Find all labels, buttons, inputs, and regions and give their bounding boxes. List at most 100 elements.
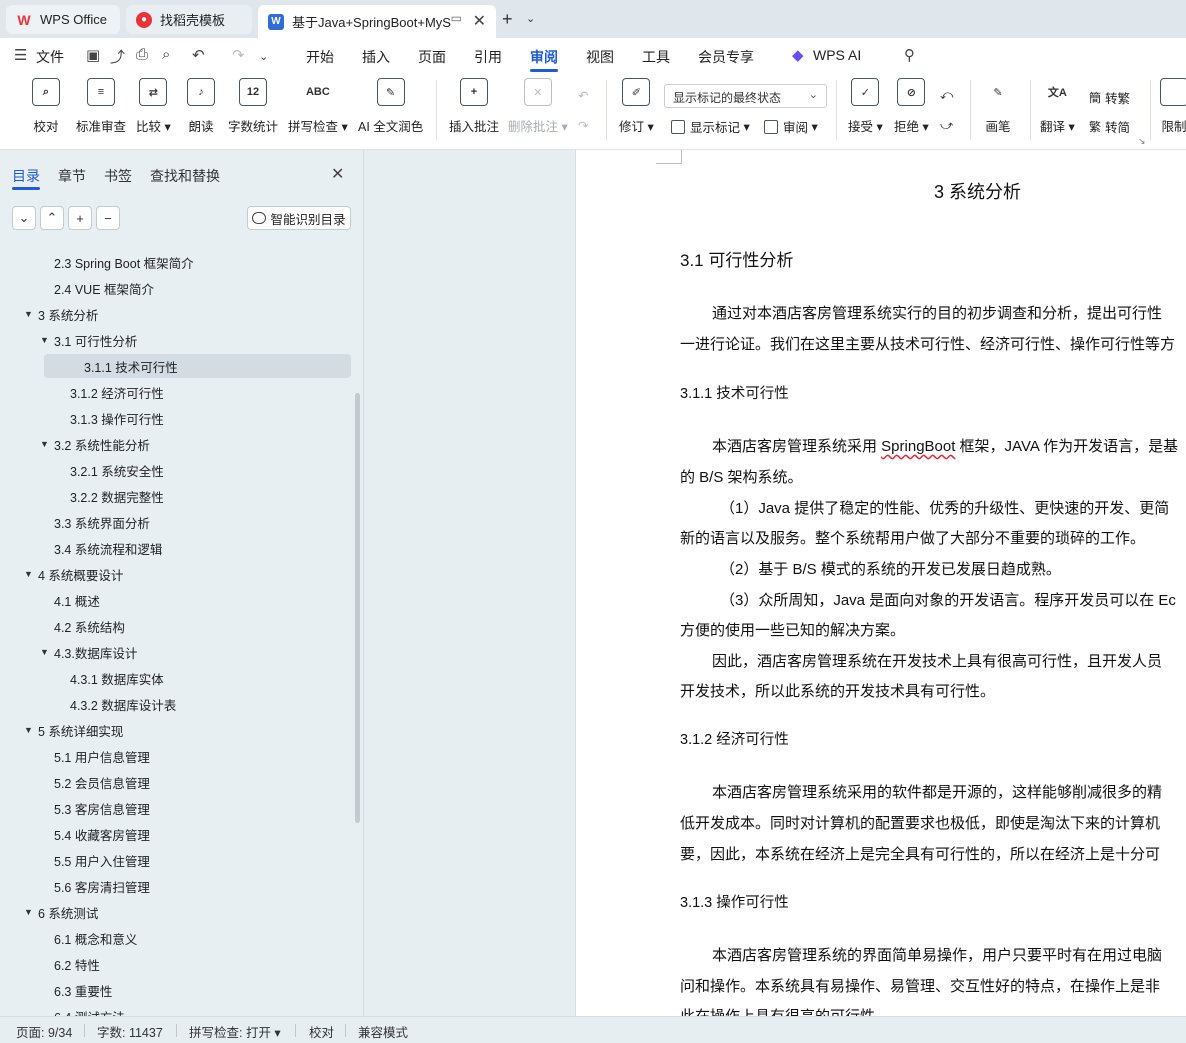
toc-item[interactable]: 3.2.1 系统安全性 bbox=[56, 458, 164, 482]
menu-member[interactable]: 会员专享 bbox=[698, 47, 754, 67]
nav-tab-find-replace[interactable]: 查找和替换 bbox=[150, 166, 220, 186]
close-tab-icon[interactable]: ✕ bbox=[473, 11, 486, 31]
quick-access-chevron-icon[interactable]: ⌄ bbox=[259, 50, 268, 63]
show-markup-button[interactable]: 显示标记 ▾ bbox=[671, 117, 750, 136]
smart-toc-button[interactable]: 智能识别目录 bbox=[247, 206, 351, 230]
expand-caret-icon[interactable]: ▼ bbox=[24, 725, 38, 735]
tab-daoke-templates[interactable]: ● 找稻壳模板 bbox=[126, 5, 252, 34]
nav-tab-bookmarks[interactable]: 书签 bbox=[104, 166, 132, 186]
toc-item[interactable]: 3.1.1 技术可行性 bbox=[44, 354, 351, 378]
pen-button[interactable]: ✎ 画笔 bbox=[984, 78, 1012, 135]
remove-heading-button[interactable]: − bbox=[96, 206, 120, 230]
menu-insert[interactable]: 插入 bbox=[362, 47, 390, 67]
track-changes-button[interactable]: ✐ 修订 ▾ bbox=[619, 78, 654, 135]
toc-item[interactable]: 5.4 收藏客房管理 bbox=[40, 822, 150, 846]
word-count-status[interactable]: 字数: 11437 bbox=[97, 1022, 163, 1041]
menu-review[interactable]: 审阅 bbox=[530, 47, 558, 67]
redo-icon[interactable]: ↷ bbox=[232, 46, 245, 64]
tab-current-document[interactable]: W 基于Java+SpringBoot+MyS ▭ ✕ bbox=[258, 5, 496, 38]
toc-item[interactable]: 6.4 测试方法 bbox=[40, 1004, 125, 1017]
monitor-icon[interactable]: ▭ bbox=[451, 11, 462, 25]
expand-all-button[interactable]: ⌄ bbox=[12, 206, 36, 230]
previous-comment-icon[interactable]: ↶ bbox=[578, 88, 588, 103]
toc-item[interactable]: 3.4 系统流程和逻辑 bbox=[40, 536, 162, 560]
toc-item[interactable]: 2.4 VUE 框架简介 bbox=[40, 276, 154, 300]
toc-item[interactable]: ▼ 6 系统测试 bbox=[24, 900, 98, 924]
toc-item[interactable]: 4.1 概述 bbox=[40, 588, 100, 612]
toc-item[interactable]: 6.1 概念和意义 bbox=[40, 926, 137, 950]
spelling-error-word[interactable]: SpringBoot bbox=[881, 438, 955, 455]
page-indicator[interactable]: 页面: 9/34 bbox=[16, 1022, 72, 1041]
toc-item[interactable]: ▼ 4 系统概要设计 bbox=[24, 562, 123, 586]
word-count-button[interactable]: 12 字数统计 bbox=[228, 78, 278, 135]
toc-item[interactable]: ▼ 4.3.数据库设计 bbox=[40, 640, 137, 664]
menu-file[interactable]: 文件 bbox=[36, 47, 64, 67]
add-heading-button[interactable]: + bbox=[68, 206, 92, 230]
menu-page[interactable]: 页面 bbox=[418, 47, 446, 67]
print-icon[interactable]: ⎙ bbox=[136, 46, 148, 63]
tab-list-chevron-icon[interactable]: ⌄ bbox=[526, 12, 535, 25]
compare-button[interactable]: ⇄ 比较 ▾ bbox=[136, 78, 171, 135]
menu-tools[interactable]: 工具 bbox=[642, 47, 670, 67]
print-preview-icon[interactable]: ⌕ bbox=[162, 46, 170, 63]
menu-reference[interactable]: 引用 bbox=[474, 47, 502, 67]
next-change-icon[interactable]: ⤻ bbox=[940, 118, 953, 133]
toc-item[interactable]: 5.5 用户入住管理 bbox=[40, 848, 150, 872]
toc-item[interactable]: 2.3 Spring Boot 框架简介 bbox=[40, 250, 194, 274]
document-page[interactable]: 3 系统分析 3.1 可行性分析 通过对本酒店客房管理系统实行的目的初步调查和分… bbox=[575, 150, 1186, 1016]
to-simplified-button[interactable]: 繁 转简 bbox=[1089, 117, 1130, 136]
expand-caret-icon[interactable]: ▼ bbox=[40, 647, 54, 657]
collapse-all-button[interactable]: ⌃ bbox=[40, 206, 64, 230]
toc-item[interactable]: 6.3 重要性 bbox=[40, 978, 112, 1002]
toc-item[interactable]: ▼ 3.1 可行性分析 bbox=[40, 328, 137, 352]
export-icon[interactable]: ⤴ bbox=[110, 46, 125, 67]
menu-start[interactable]: 开始 bbox=[306, 47, 334, 67]
save-icon[interactable]: ▣ bbox=[86, 46, 100, 64]
spell-check-status[interactable]: 拼写检查: 打开 ▾ bbox=[189, 1022, 281, 1041]
toc-item[interactable]: 5.3 客房信息管理 bbox=[40, 796, 150, 820]
toc-item[interactable]: 4.3.2 数据库设计表 bbox=[56, 692, 176, 716]
close-icon[interactable]: ✕ bbox=[331, 164, 344, 184]
expand-caret-icon[interactable]: ▼ bbox=[40, 335, 54, 345]
expand-caret-icon[interactable]: ▼ bbox=[40, 439, 54, 449]
review-pane-button[interactable]: 审阅 ▾ bbox=[764, 117, 818, 136]
accept-button[interactable]: ✓ 接受 ▾ bbox=[848, 78, 883, 135]
expand-caret-icon[interactable]: ▼ bbox=[24, 569, 38, 579]
search-icon[interactable]: ⚲ bbox=[904, 46, 915, 64]
hamburger-icon[interactable]: ☰ bbox=[14, 46, 27, 64]
toc-item[interactable]: 4.3.1 数据库实体 bbox=[56, 666, 164, 690]
delete-comment-button[interactable]: ✕ 删除批注 ▾ bbox=[508, 78, 568, 135]
reject-button[interactable]: ⊘ 拒绝 ▾ bbox=[894, 78, 929, 135]
toc-item[interactable]: 4.2 系统结构 bbox=[40, 614, 125, 638]
insert-comment-button[interactable]: + 插入批注 bbox=[449, 78, 499, 135]
dialog-launcher-icon[interactable]: ↘ bbox=[1138, 136, 1146, 147]
nav-tab-chapters[interactable]: 章节 bbox=[58, 166, 86, 186]
standard-review-button[interactable]: ≡ 标准审查 bbox=[76, 78, 126, 135]
toc-item[interactable]: 5.2 会员信息管理 bbox=[40, 770, 150, 794]
next-comment-icon[interactable]: ↷ bbox=[578, 118, 588, 133]
ai-polish-button[interactable]: ✎ AI 全文润色 bbox=[358, 78, 423, 135]
toc-item[interactable]: ▼ 3 系统分析 bbox=[24, 302, 98, 326]
toc-item[interactable]: ▼ 3.2 系统性能分析 bbox=[40, 432, 150, 456]
expand-caret-icon[interactable]: ▼ bbox=[24, 309, 38, 319]
translate-button[interactable]: 文A 翻译 ▾ bbox=[1040, 78, 1075, 135]
toc-scrollbar[interactable] bbox=[355, 393, 360, 823]
restrict-button[interactable]: 限制 bbox=[1160, 78, 1186, 135]
toc-item[interactable]: 3.1.2 经济可行性 bbox=[56, 380, 164, 404]
menu-view[interactable]: 视图 bbox=[586, 47, 614, 67]
read-aloud-button[interactable]: ♪ 朗读 bbox=[187, 78, 215, 135]
toc-item[interactable]: 6.2 特性 bbox=[40, 952, 100, 976]
new-tab-plus-icon[interactable]: + bbox=[502, 9, 513, 30]
proofread-status[interactable]: 校对 bbox=[309, 1022, 334, 1041]
nav-tab-toc[interactable]: 目录 bbox=[12, 166, 40, 186]
toc-item[interactable]: 3.3 系统界面分析 bbox=[40, 510, 150, 534]
toc-item[interactable]: 5.1 用户信息管理 bbox=[40, 744, 150, 768]
toc-item[interactable]: 5.6 客房清扫管理 bbox=[40, 874, 150, 898]
toc-item[interactable]: ▼ 5 系统详细实现 bbox=[24, 718, 123, 742]
tab-wps-office[interactable]: W WPS Office bbox=[6, 5, 120, 34]
undo-icon[interactable]: ↶ bbox=[192, 46, 205, 64]
to-traditional-button[interactable]: 簡 转繁 bbox=[1089, 88, 1130, 107]
expand-caret-icon[interactable]: ▼ bbox=[24, 907, 38, 917]
spell-check-button[interactable]: ABC 拼写检查 ▾ bbox=[288, 78, 348, 135]
menu-wps-ai[interactable]: WPS AI bbox=[813, 47, 861, 63]
